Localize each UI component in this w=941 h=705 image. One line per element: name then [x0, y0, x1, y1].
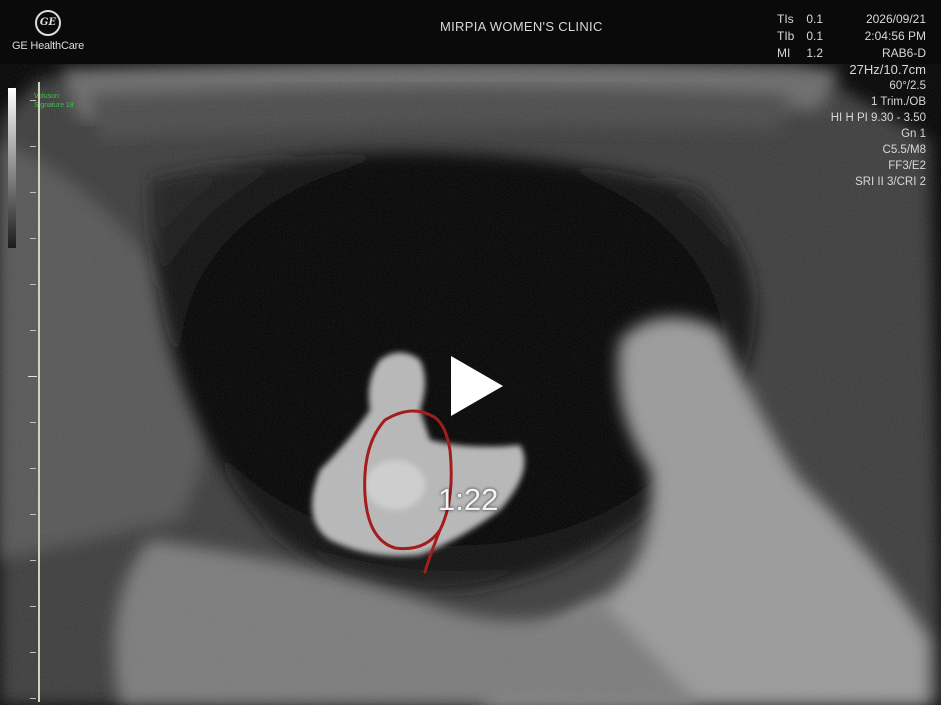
depth-tick [28, 376, 37, 377]
clinic-name: MIRPIA WOMEN'S CLINIC [440, 19, 603, 34]
grayscale-bar [8, 88, 16, 248]
depth-tick [30, 468, 36, 469]
param-mi: MI 1.2 [777, 46, 824, 60]
exam-time: 2:04:56 PM [864, 29, 926, 43]
depth-tick [30, 284, 36, 285]
ge-logo: GE GE HealthCare [8, 10, 88, 52]
play-icon[interactable] [451, 356, 503, 416]
depth-tick [30, 146, 36, 147]
gain-setting: Gn 1 [901, 128, 926, 140]
preset-setting: 1 Trim./OB [871, 96, 926, 108]
logo-mark-icon: GE [35, 10, 61, 36]
exam-date: 2026/09/21 [865, 12, 926, 26]
filter-setting: FF3/E2 [888, 160, 926, 172]
param-tib: TIb 0.1 [777, 29, 824, 43]
depth-tick [30, 100, 36, 101]
probe-name: RAB6-D [881, 46, 926, 60]
depth-tick [30, 238, 36, 239]
depth-ruler [38, 82, 40, 702]
param-tis: TIs 0.1 [777, 12, 824, 26]
video-duration: 1:22 [438, 482, 499, 517]
datetime-block: 2026/09/21 2:04:56 PM RAB6-D [865, 11, 926, 62]
depth-tick [30, 330, 36, 331]
header-bar: GE GE HealthCare MIRPIA WOMEN'S CLINIC T… [0, 0, 941, 64]
depth-tick [30, 652, 36, 653]
depth-tick [30, 192, 36, 193]
depth-tick [30, 560, 36, 561]
angle-setting: 60°/2.5 [889, 80, 926, 92]
acquisition-settings: 27Hz/10.7cm 60°/2.5 1 Trim./OB HI H PI 9… [831, 62, 926, 190]
frequency-depth: 27Hz/10.7cm [849, 62, 926, 77]
depth-tick [30, 606, 36, 607]
sri-cri-setting: SRI II 3/CRI 2 [855, 176, 926, 188]
brand-name: GE HealthCare [12, 40, 84, 52]
depth-tick [30, 698, 36, 699]
map-setting: C5.5/M8 [882, 144, 926, 156]
play-button[interactable] [447, 354, 507, 418]
ultrasound-image [0, 62, 941, 705]
depth-tick [30, 514, 36, 515]
harmonic-setting: HI H PI 9.30 - 3.50 [830, 112, 926, 124]
depth-tick [30, 422, 36, 423]
safety-params: TIs 0.1 TIb 0.1 MI 1.2 [777, 11, 823, 62]
